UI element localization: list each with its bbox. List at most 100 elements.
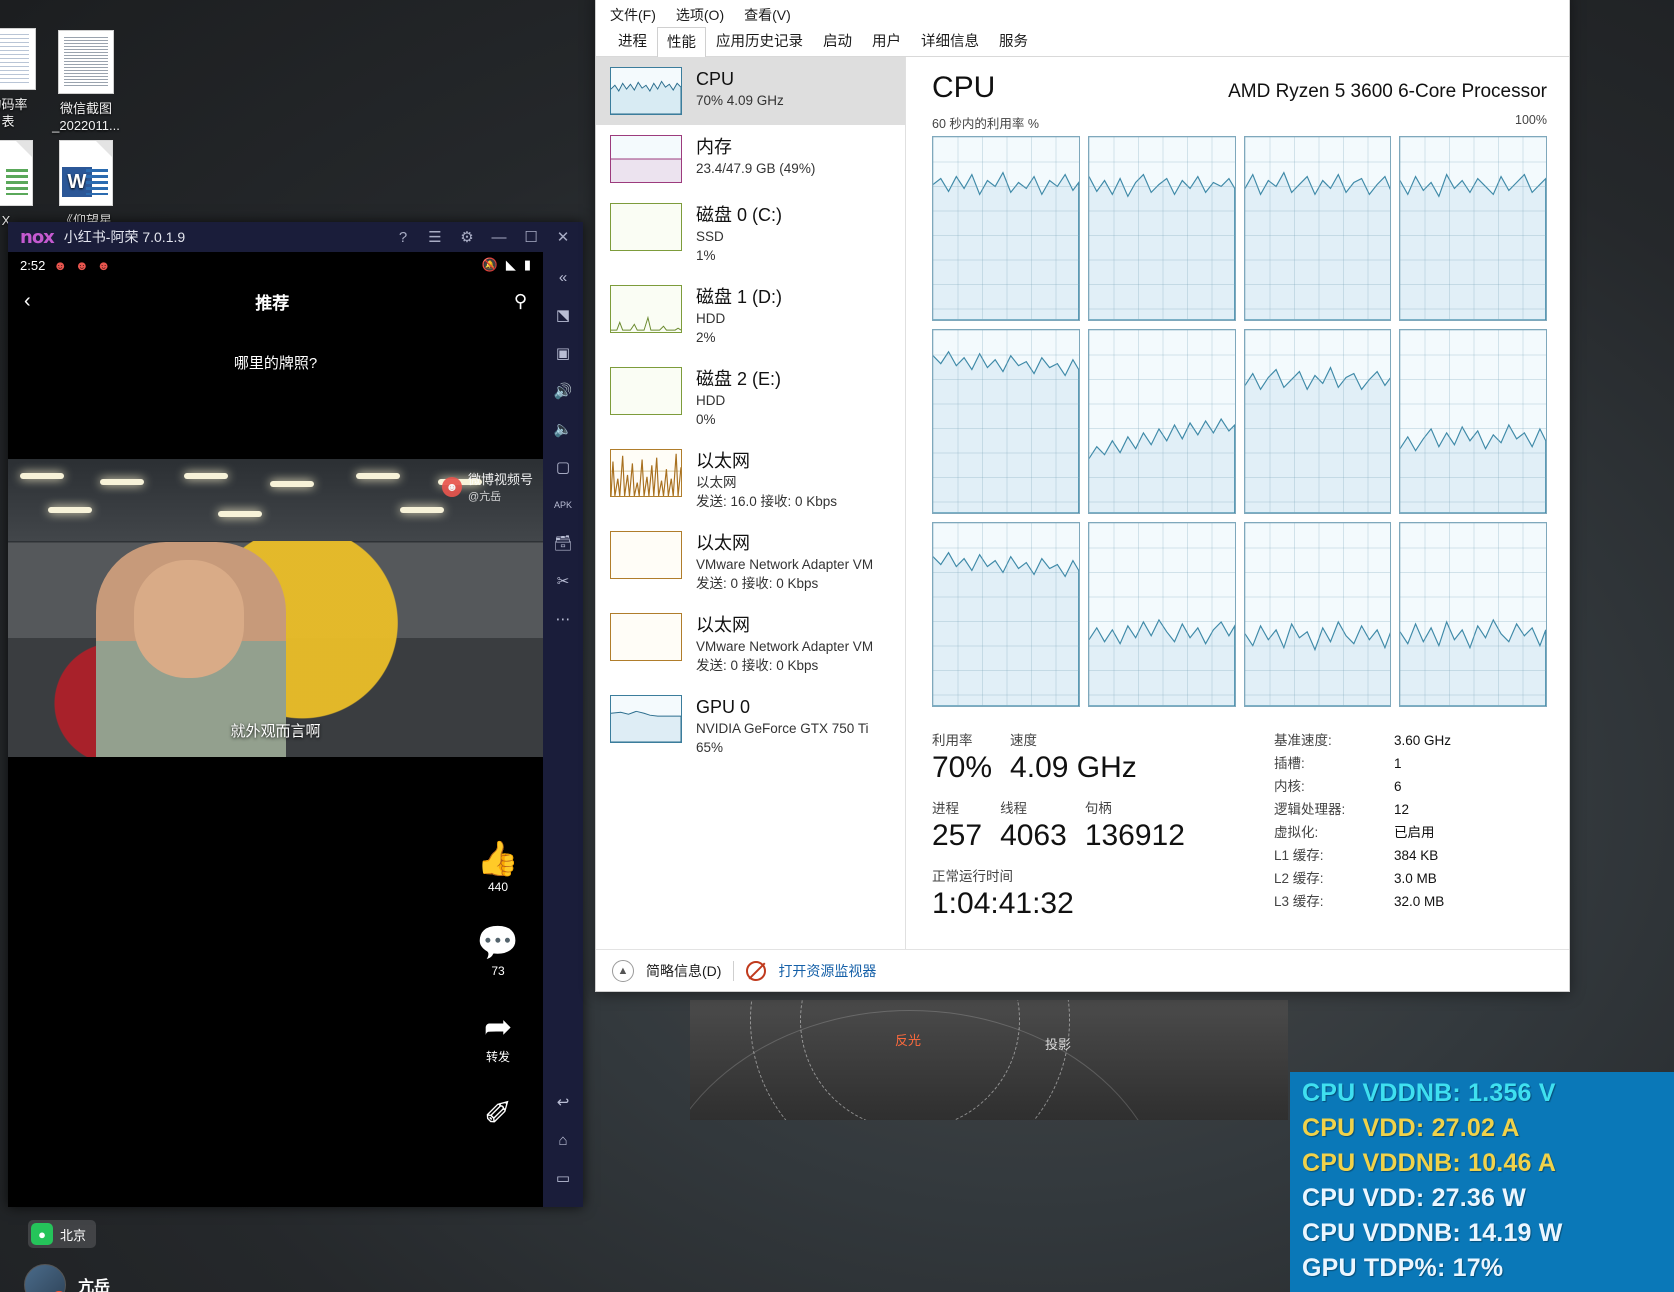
resource-detail: 70% 4.09 GHz	[696, 93, 784, 108]
resource-name: GPU 0	[696, 697, 751, 717]
word-file-icon: W	[59, 140, 113, 206]
disk0-mini-graph	[610, 203, 682, 251]
home-nav-icon[interactable]: ⌂	[543, 1121, 583, 1159]
gear-icon[interactable]: ⚙	[451, 228, 483, 246]
nox-emulator-window[interactable]: nox 小红书-阿荣 7.0.1.9 ? ☰ ⚙ — ☐ ✕ 2:52 ☻ ☻ …	[8, 222, 583, 1292]
core-graph	[1087, 329, 1236, 514]
spec-label-l1: L1 缓存:	[1274, 848, 1324, 863]
minimize-icon[interactable]: —	[483, 229, 515, 246]
mute-bell-icon: 🔕	[481, 257, 498, 272]
sidebar-item-disk2[interactable]: 磁盘 2 (E:) HDD 0%	[596, 357, 905, 439]
spec-value-l2: 3.0 MB	[1394, 871, 1437, 886]
sidebar-item-disk1[interactable]: 磁盘 1 (D:) HDD 2%	[596, 275, 905, 357]
sidebar-item-gpu0[interactable]: GPU 0 NVIDIA GeForce GTX 750 Ti 65%	[596, 685, 905, 767]
ethernet-vm2-mini-graph	[610, 613, 682, 661]
resource-detail: HDD	[696, 393, 726, 408]
nox-logo-icon: nox	[20, 226, 55, 248]
menu-file[interactable]: 文件(F)	[610, 5, 656, 25]
status-bar[interactable]: ▲ 简略信息(D) 打开资源监视器	[596, 949, 1569, 991]
cpu-detail-panel: CPU AMD Ryzen 5 3600 6-Core Processor 60…	[906, 57, 1569, 949]
sidebar-item-memory[interactable]: 内存 23.4/47.9 GB (49%)	[596, 125, 905, 193]
location-badge[interactable]: ● 北京	[28, 1220, 97, 1248]
hwinfo-row-cpu-vdd-w: CPU VDD: 27.36 W	[1302, 1184, 1527, 1212]
search-icon[interactable]: ⚲	[514, 291, 527, 312]
install-apk-icon[interactable]: APK	[543, 486, 583, 524]
maximize-icon[interactable]: ☐	[515, 228, 547, 246]
spec-value-logical-processors: 12	[1394, 802, 1410, 817]
nox-window-title: 小红书-阿荣 7.0.1.9	[63, 229, 186, 245]
tab-startup[interactable]: 启动	[813, 26, 862, 56]
sidebar-item-disk0[interactable]: 磁盘 0 (C:) SSD 1%	[596, 193, 905, 275]
sidebar-item-ethernet-2[interactable]: 以太网 VMware Network Adapter VM 发送: 0 接收: …	[596, 521, 905, 603]
photo-label-white: 投影	[1045, 1037, 1072, 1052]
sidebar-item-ethernet-3[interactable]: 以太网 VMware Network Adapter VM 发送: 0 接收: …	[596, 603, 905, 685]
stat-value-processes: 257	[932, 819, 983, 852]
volume-down-icon[interactable]: 🔈	[543, 410, 583, 448]
spec-label-l2: L2 缓存:	[1274, 871, 1324, 886]
comment-button[interactable]: 💬 73	[467, 924, 529, 978]
watermark-handle: @亢岳	[467, 491, 502, 503]
recents-nav-icon[interactable]: ▭	[543, 1159, 583, 1197]
author-row[interactable]: V 亢岳	[24, 1264, 110, 1292]
share-button[interactable]: ➦ 转发	[467, 1008, 529, 1065]
resource-name: CPU	[696, 69, 735, 89]
nox-title-bar[interactable]: nox 小红书-阿荣 7.0.1.9 ? ☰ ⚙ — ☐ ✕	[8, 222, 583, 252]
collect-button[interactable]: ✐	[467, 1095, 529, 1133]
video-player[interactable]: ☻ 微博视频号 @亢岳 就外观而言啊	[8, 459, 543, 757]
spec-label-sockets: 插槽:	[1274, 756, 1305, 771]
tab-performance[interactable]: 性能	[657, 27, 706, 57]
chevron-up-icon[interactable]: ▲	[612, 959, 634, 982]
excel-file-icon	[0, 140, 33, 206]
spec-label-virtualization: 虚拟化:	[1274, 825, 1319, 840]
tab-users[interactable]: 用户	[862, 26, 911, 56]
resource-detail2: 0%	[696, 412, 716, 427]
menu-view[interactable]: 查看(V)	[744, 5, 791, 25]
core-graph	[1087, 522, 1236, 707]
scissors-icon[interactable]: ✂	[543, 562, 583, 600]
hwinfo-row-cpu-vddnb-a: CPU VDDNB: 10.46 A	[1302, 1149, 1557, 1177]
desktop-icon-1[interactable]: 微信截图 _2022011...	[36, 30, 136, 134]
open-resource-monitor-link[interactable]: 打开资源监视器	[778, 961, 876, 981]
stat-value-speed: 4.09 GHz	[1010, 751, 1137, 784]
graph-axis-max: 100%	[1515, 113, 1547, 127]
comment-count: 73	[491, 964, 505, 978]
nox-toolbar[interactable]: « ⬔ ▣ 🔊 🔈 ▢ APK 🗃 ✂ ⋯ ↩ ⌂ ▭	[543, 252, 583, 1207]
battery-icon: ▮	[523, 257, 531, 272]
sidebar-item-cpu[interactable]: CPU 70% 4.09 GHz	[596, 57, 905, 125]
screenshot-icon[interactable]: ▣	[543, 334, 583, 372]
spec-value-sockets: 1	[1394, 756, 1402, 771]
collapse-icon[interactable]: «	[543, 258, 583, 296]
author-name: 亢岳	[78, 1279, 111, 1292]
menu-options[interactable]: 选项(O)	[676, 5, 724, 25]
fullscreen-icon[interactable]: ⬔	[543, 296, 583, 334]
task-manager-window[interactable]: 文件(F) 选项(O) 查看(V) 进程 性能 应用历史记录 启动 用户 详细信…	[595, 0, 1570, 992]
help-icon[interactable]: ?	[387, 229, 419, 246]
ethernet-mini-graph	[610, 449, 682, 497]
back-icon[interactable]: ‹	[24, 290, 31, 313]
tab-app-history[interactable]: 应用历史记录	[706, 26, 813, 56]
more-options-icon[interactable]: ⋯	[543, 600, 583, 638]
desktop-icon-3[interactable]: W 《仰望星	[36, 140, 136, 229]
tab-bar[interactable]: 进程 性能 应用历史记录 启动 用户 详细信息 服务	[596, 27, 1569, 57]
ethernet-vm1-mini-graph	[610, 531, 682, 579]
close-icon[interactable]: ✕	[547, 228, 579, 246]
multi-instance-icon[interactable]: 🗃	[543, 524, 583, 562]
avatar[interactable]: V	[24, 1264, 67, 1292]
back-nav-icon[interactable]: ↩	[543, 1083, 583, 1121]
menu-icon[interactable]: ☰	[419, 228, 451, 246]
resource-list[interactable]: CPU 70% 4.09 GHz 内存 23.4/47.9 GB (49%) 磁…	[596, 57, 906, 949]
tab-services[interactable]: 服务	[989, 26, 1038, 56]
logical-processor-grid	[932, 136, 1547, 707]
phone-screen[interactable]: 2:52 ☻ ☻ ☻ 🔕 ◣ ▮ ‹ 推荐 ⚲ 哪里的牌照? ☻ 微博视频号 @…	[8, 252, 543, 1292]
volume-up-icon[interactable]: 🔊	[543, 372, 583, 410]
resource-detail: 23.4/47.9 GB (49%)	[696, 161, 816, 176]
video-side-actions[interactable]: 👍 440 💬 73 ➦ 转发 ✐	[467, 840, 529, 1163]
sidebar-item-ethernet-1[interactable]: 以太网 以太网 发送: 16.0 接收: 0 Kbps	[596, 439, 905, 521]
tab-processes[interactable]: 进程	[608, 26, 657, 56]
like-button[interactable]: 👍 440	[467, 840, 529, 894]
rotate-screen-icon[interactable]: ▢	[543, 448, 583, 486]
fewer-details-button[interactable]: 简略信息(D)	[646, 961, 721, 981]
stat-label-speed: 速度	[1010, 733, 1038, 748]
menu-bar[interactable]: 文件(F) 选项(O) 查看(V)	[596, 0, 1569, 27]
tab-details[interactable]: 详细信息	[911, 26, 989, 56]
